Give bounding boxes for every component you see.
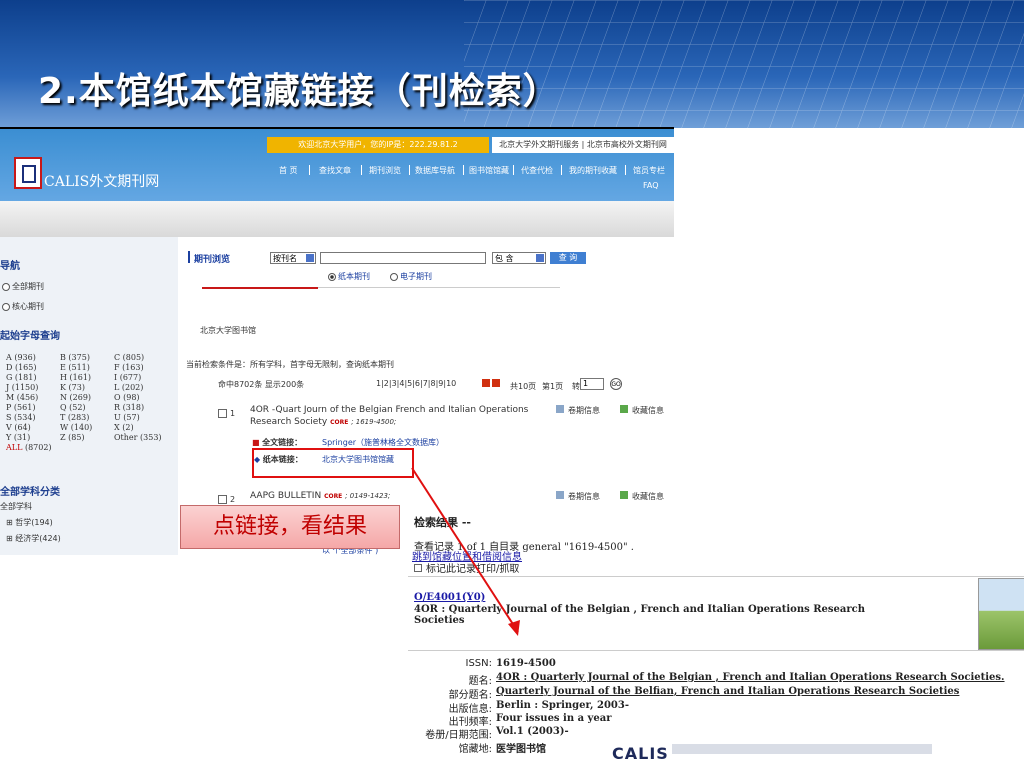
pointer-arrow [411,467,520,636]
footer-tagline-bar [672,744,932,754]
footer-logo: CALIS [612,744,669,763]
